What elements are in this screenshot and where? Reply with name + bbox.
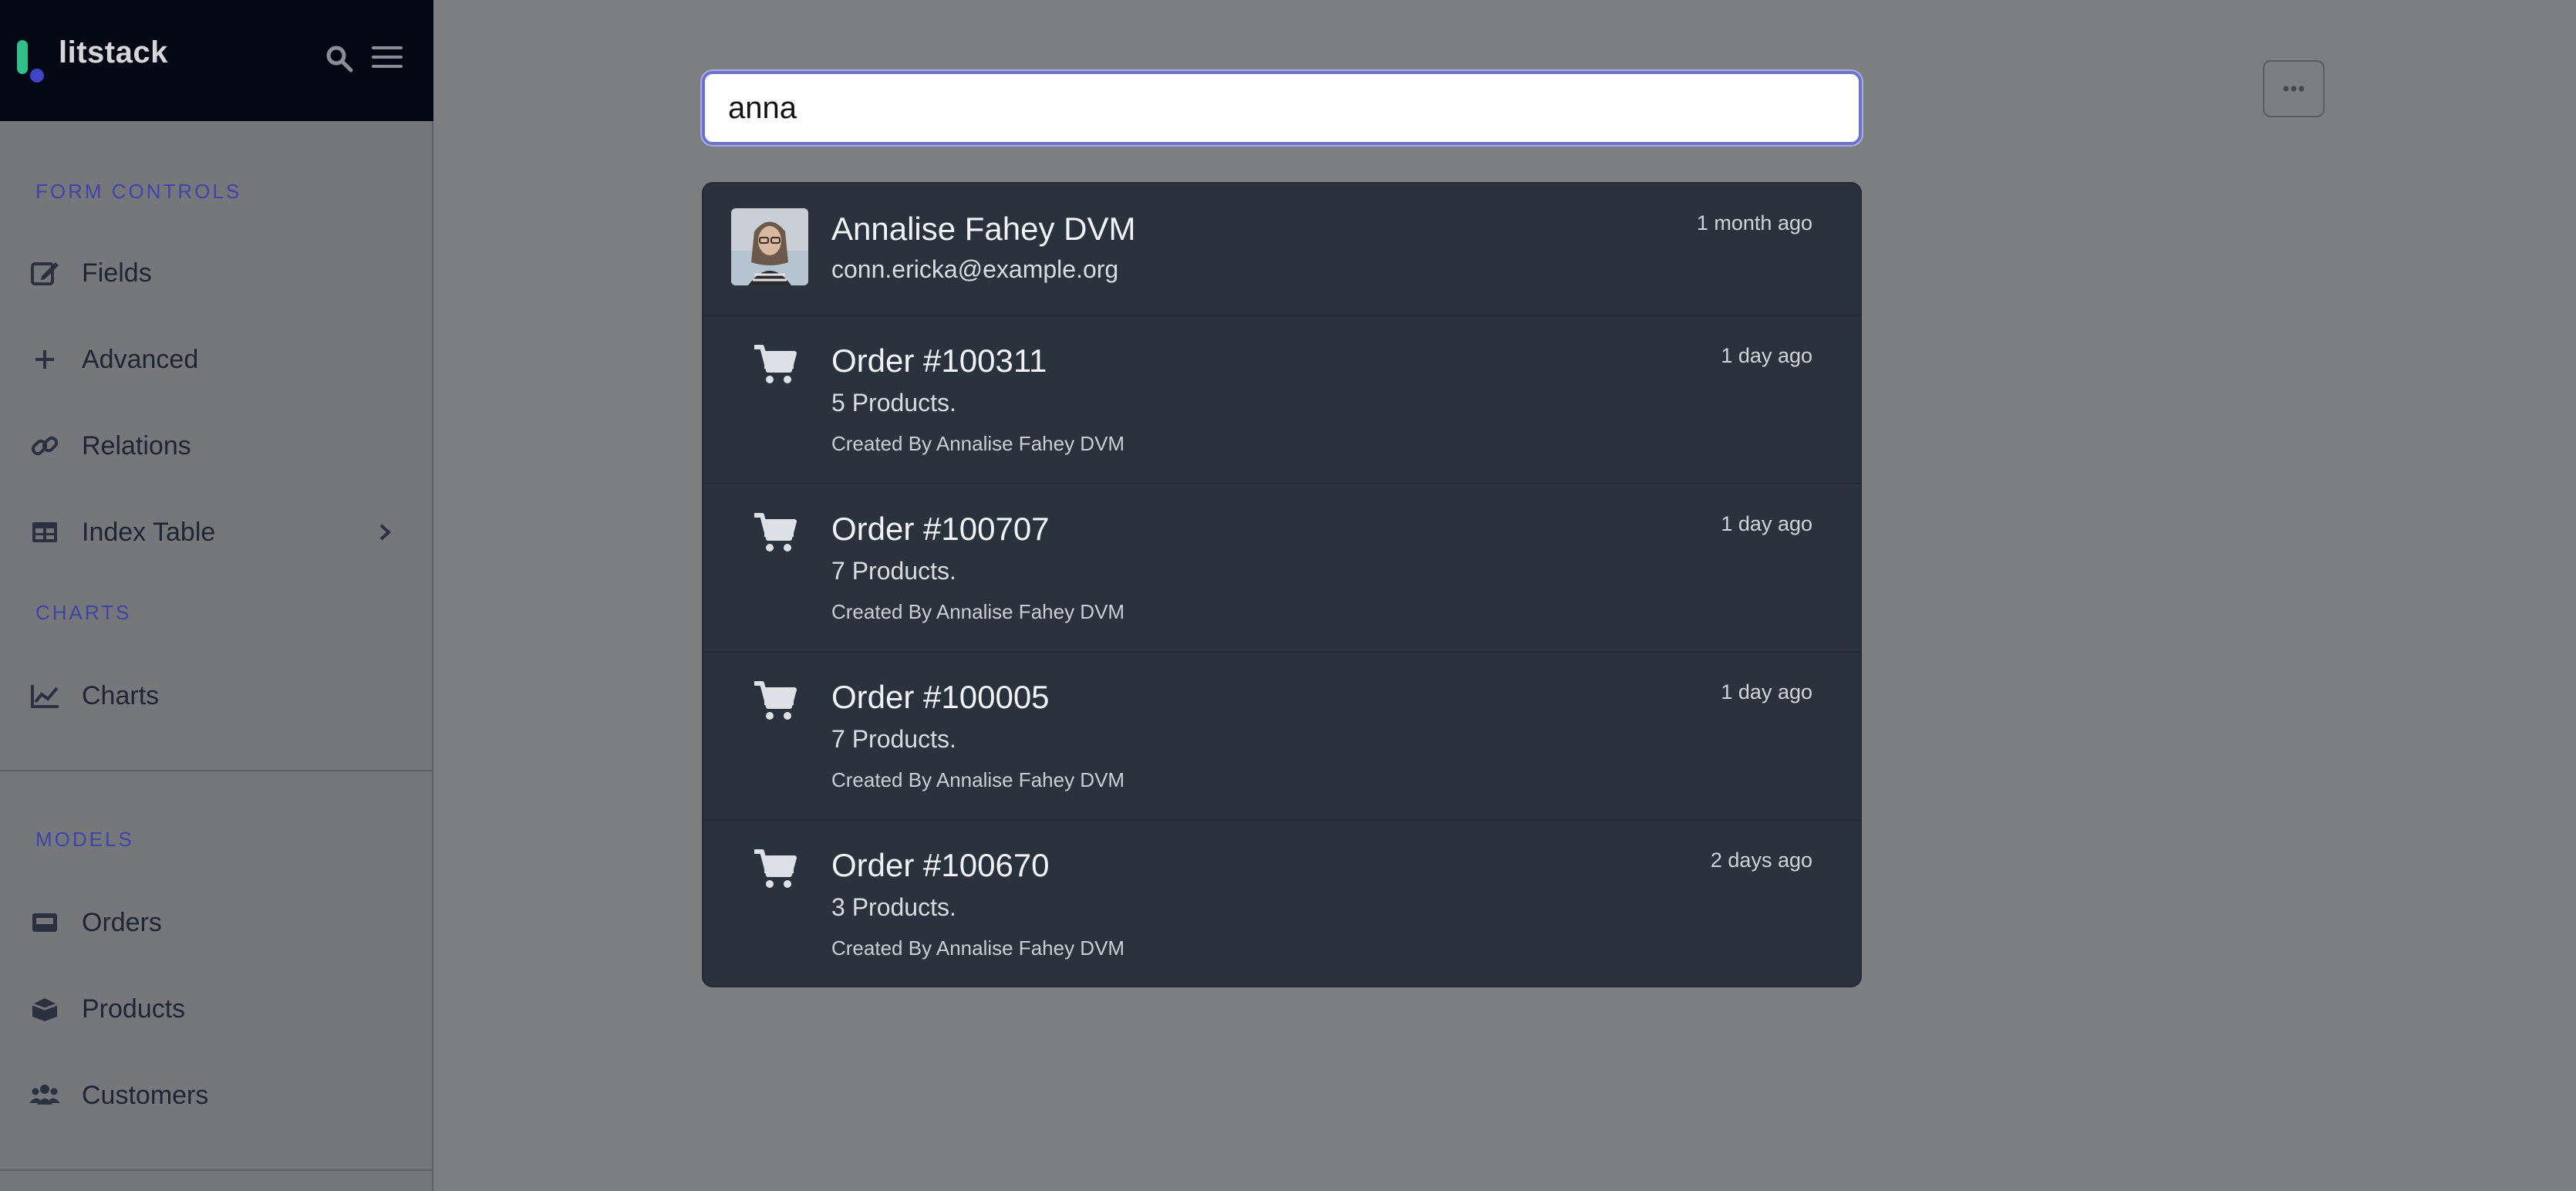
sidebar: litstack FORM CONTROLS Fields Advanced R… <box>0 0 433 1191</box>
sidebar-item-advanced[interactable]: Advanced <box>0 329 432 390</box>
sidebar-item-charts[interactable]: Charts <box>0 665 432 727</box>
sidebar-item-label: Products <box>82 994 186 1024</box>
box-icon <box>32 998 58 1021</box>
search-result-order[interactable]: Order #100005 7 Products. Created By Ann… <box>703 651 1860 819</box>
result-subtitle: conn.ericka@example.org <box>831 255 1119 283</box>
result-meta: Created By Annalise Fahey DVM <box>831 432 1125 455</box>
link-icon <box>31 436 59 456</box>
search-results: Annalise Fahey DVM conn.ericka@example.o… <box>702 182 1862 987</box>
cart-icon <box>754 345 797 383</box>
cart-icon <box>754 681 797 720</box>
litstack-logo <box>17 40 44 83</box>
search-result-order[interactable]: Order #100707 7 Products. Created By Ann… <box>703 483 1860 651</box>
result-timestamp: 1 day ago <box>1721 512 1812 535</box>
table-icon <box>32 522 57 542</box>
section-label-form-controls: FORM CONTROLS <box>35 180 242 203</box>
result-title: Order #100670 <box>831 847 1050 883</box>
plus-icon <box>35 350 54 369</box>
sidebar-item-customers[interactable]: Customers <box>0 1064 432 1126</box>
sidebar-item-label: Orders <box>82 907 162 937</box>
search-result-customer[interactable]: Annalise Fahey DVM conn.ericka@example.o… <box>703 184 1860 315</box>
chevron-right-icon[interactable] <box>373 521 396 544</box>
result-meta: Created By Annalise Fahey DVM <box>831 768 1125 791</box>
line-chart-icon <box>31 685 59 708</box>
result-timestamp: 2 days ago <box>1710 849 1812 872</box>
result-title: Order #100311 <box>831 342 1047 379</box>
sidebar-item-label: Customers <box>82 1080 209 1110</box>
sidebar-item-relations[interactable]: Relations <box>0 415 432 477</box>
search-result-order[interactable]: Order #100670 3 Products. Created By Ann… <box>703 819 1860 986</box>
sidebar-item-products[interactable]: Products <box>0 978 432 1040</box>
orders-icon <box>32 913 57 932</box>
result-subtitle: 3 Products. <box>831 893 956 921</box>
result-meta: Created By Annalise Fahey DVM <box>831 600 1125 623</box>
sidebar-item-fields[interactable]: Fields <box>0 242 432 304</box>
search-input[interactable] <box>702 71 1862 145</box>
sidebar-divider <box>0 1169 432 1171</box>
sidebar-item-label: Fields <box>82 258 152 288</box>
result-timestamp: 1 day ago <box>1721 680 1812 703</box>
hamburger-menu-icon[interactable] <box>370 42 404 73</box>
section-label-charts: CHARTS <box>35 601 132 624</box>
more-options-button[interactable] <box>2263 60 2325 117</box>
section-label-models: MODELS <box>35 828 134 851</box>
edit-icon <box>31 262 59 285</box>
sidebar-item-label: Relations <box>82 430 191 461</box>
search-result-order[interactable]: Order #100311 5 Products. Created By Ann… <box>703 315 1860 483</box>
sidebar-item-label: Charts <box>82 680 160 710</box>
ellipsis-icon <box>2283 86 2305 92</box>
result-meta: Created By Annalise Fahey DVM <box>831 936 1125 960</box>
result-title: Annalise Fahey DVM <box>831 211 1136 247</box>
sidebar-item-label: Index Table <box>82 517 216 547</box>
result-timestamp: 1 month ago <box>1696 211 1812 234</box>
result-subtitle: 7 Products. <box>831 725 956 753</box>
users-icon <box>29 1085 60 1105</box>
brand-bar: litstack <box>0 0 433 121</box>
sidebar-item-orders[interactable]: Orders <box>0 892 432 953</box>
sidebar-item-label: Advanced <box>82 344 199 374</box>
result-timestamp: 1 day ago <box>1721 344 1812 367</box>
sidebar-divider <box>0 770 432 771</box>
brand-name: litstack <box>59 35 168 69</box>
cart-icon <box>754 513 797 552</box>
sidebar-item-index-table[interactable]: Index Table <box>0 501 432 563</box>
result-subtitle: 5 Products. <box>831 389 956 417</box>
result-title: Order #100707 <box>831 511 1050 547</box>
avatar <box>731 208 808 285</box>
search-icon[interactable] <box>324 43 355 74</box>
result-subtitle: 7 Products. <box>831 557 956 585</box>
result-title: Order #100005 <box>831 679 1050 715</box>
cart-icon <box>754 849 797 888</box>
